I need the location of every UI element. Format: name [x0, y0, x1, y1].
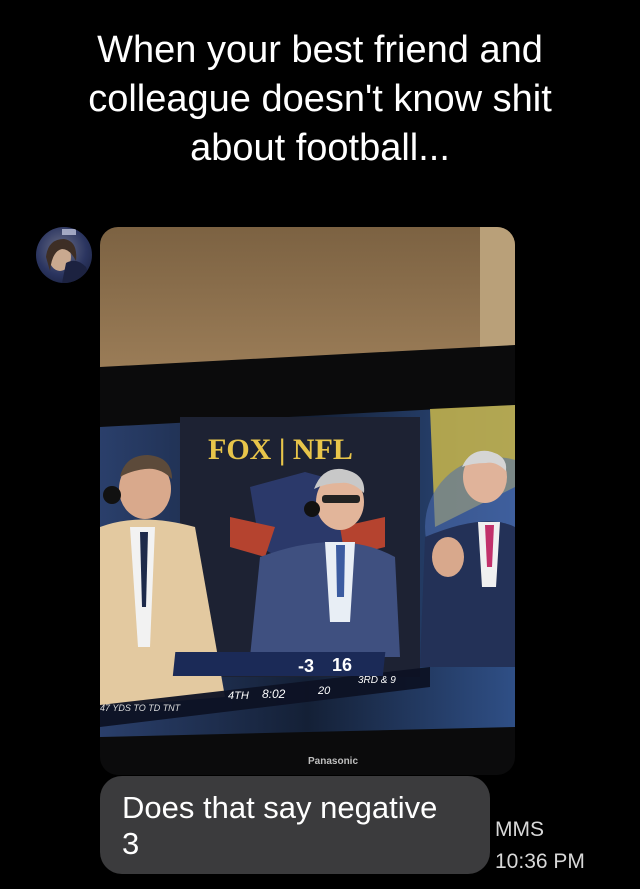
scoreboard-down-distance: 3RD & 9	[358, 675, 396, 686]
tv-broadcast-photo: FOX | NFL -3 16 20 4TH 8:02 3RD & 9 47 Y…	[100, 227, 515, 775]
fox-nfl-logo: FOX | NFL	[208, 433, 353, 466]
mms-photo[interactable]: FOX | NFL -3 16 20 4TH 8:02 3RD & 9 47 Y…	[100, 227, 515, 775]
message-meta: MMS 10:36 PM	[495, 814, 585, 878]
scoreboard-spread: -3	[298, 656, 314, 676]
message-timestamp: 10:36 PM	[495, 850, 585, 873]
tv-brand-label: Panasonic	[308, 756, 358, 767]
message-text: Does that say negative 3	[122, 790, 438, 861]
avatar-image	[46, 229, 92, 283]
message-bubble[interactable]: Does that say negative 3	[100, 776, 490, 874]
sender-avatar[interactable]	[36, 227, 92, 283]
message-type-label: MMS	[495, 818, 544, 841]
scoreboard-score-sub: 20	[317, 685, 331, 697]
scoreboard-clock: 8:02	[262, 687, 286, 701]
scoreboard-score: 16	[332, 655, 352, 675]
meme-caption: When your best friend and colleague does…	[88, 29, 552, 169]
scoreboard-quarter: 4TH	[228, 690, 249, 702]
scoreboard-ticker: 47 YDS TO TD TNT	[100, 703, 182, 713]
